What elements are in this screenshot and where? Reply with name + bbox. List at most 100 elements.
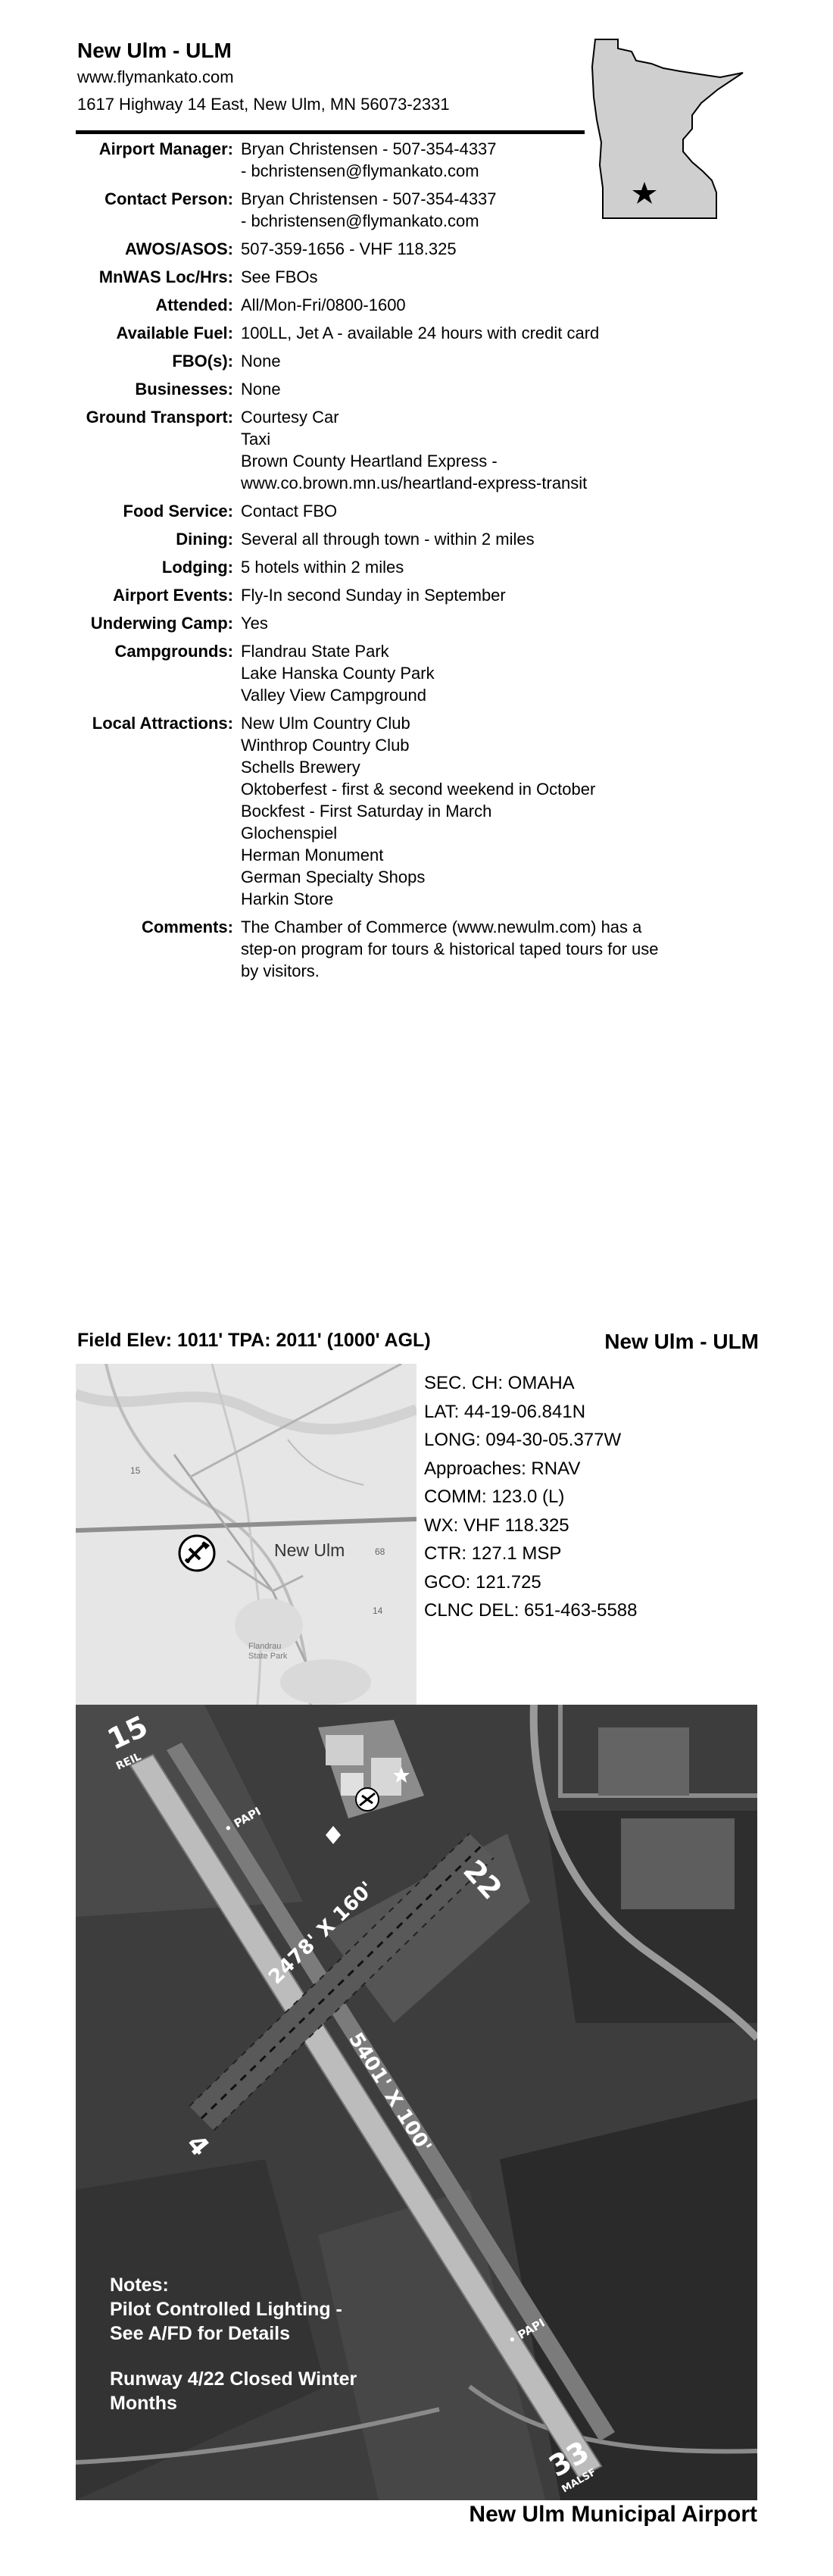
info-label: Airport Events: xyxy=(113,586,233,605)
info-label: MnWAS Loc/Hrs: xyxy=(98,267,233,286)
info-row-lodging: Lodging: 5 hotels within 2 miles xyxy=(70,556,751,578)
attraction-line: Schells Brewery xyxy=(241,758,360,777)
airport-address: 1617 Highway 14 East, New Ulm, MN 56073-… xyxy=(77,95,450,114)
info-label: Businesses: xyxy=(135,380,233,399)
info-label: Available Fuel: xyxy=(116,324,233,342)
info-label: Attended: xyxy=(155,295,233,314)
location-map: New Ulm Flandrau State Park 15 68 14 xyxy=(76,1364,416,1705)
transport-line: Brown County Heartland Express - xyxy=(241,452,498,470)
info-value: 507-359-1656 - VHF 118.325 xyxy=(241,239,457,258)
attraction-line: New Ulm Country Club xyxy=(241,714,410,733)
map-road-label: 14 xyxy=(373,1605,383,1616)
info-value: Courtesy Car Taxi Brown County Heartland… xyxy=(241,406,751,494)
info-label: Ground Transport: xyxy=(86,408,233,427)
notes-spacer xyxy=(110,2346,357,2367)
airport-header: New Ulm - ULM www.flymankato.com 1617 Hi… xyxy=(77,38,585,118)
info-row-events: Airport Events: Fly-In second Sunday in … xyxy=(70,584,751,606)
airport-info-table: Airport Manager: Bryan Christensen - 507… xyxy=(70,138,751,988)
info-value: 5 hotels within 2 miles xyxy=(241,558,404,577)
info-row-attractions: Local Attractions: New Ulm Country Club … xyxy=(70,712,751,910)
attraction-line: Glochenspiel xyxy=(241,824,338,843)
info-value: See FBOs xyxy=(241,267,318,286)
clearance-delivery: CLNC DEL: 651-463-5588 xyxy=(424,1600,638,1621)
approaches: Approaches: RNAV xyxy=(424,1458,581,1479)
attraction-line: Bockfest - First Saturday in March xyxy=(241,802,492,821)
comment-line: The Chamber of Commerce (www.newulm.com)… xyxy=(241,918,642,936)
contact-line: Bryan Christensen - 507-354-4337 xyxy=(241,189,497,208)
gco-frequency: GCO: 121.725 xyxy=(424,1571,541,1593)
attraction-line: Oktoberfest - first & second weekend in … xyxy=(241,780,596,799)
map-city-label: New Ulm xyxy=(274,1540,345,1560)
info-row-awos: AWOS/ASOS: 507-359-1656 - VHF 118.325 xyxy=(70,238,751,260)
airport-full-name: New Ulm Municipal Airport xyxy=(469,2502,757,2527)
info-row-contact-person: Contact Person: Bryan Christensen - 507-… xyxy=(70,188,751,232)
transport-line: Taxi xyxy=(241,430,271,449)
longitude: LONG: 094-30-05.377W xyxy=(424,1430,622,1450)
info-value: Flandrau State Park Lake Hanska County P… xyxy=(241,640,751,706)
info-value: Several all through town - within 2 mile… xyxy=(241,530,535,549)
wx-frequency: WX: VHF 118.325 xyxy=(424,1515,569,1536)
info-label: Local Attractions: xyxy=(92,714,233,733)
info-value: 100LL, Jet A - available 24 hours with c… xyxy=(241,324,600,342)
airport-title: New Ulm - ULM xyxy=(77,39,232,62)
info-label: Campgrounds: xyxy=(114,642,233,661)
manager-email: - bchristensen@flymankato.com xyxy=(241,161,479,180)
info-value: New Ulm Country Club Winthrop Country Cl… xyxy=(241,712,751,910)
info-row-comments: Comments: The Chamber of Commerce (www.n… xyxy=(70,916,751,982)
terminal-airplane-icon xyxy=(355,1787,379,1812)
airport-website: www.flymankato.com xyxy=(77,67,234,86)
info-row-fuel: Available Fuel: 100LL, Jet A - available… xyxy=(70,322,751,344)
frequency-list: SEC. CH: OMAHA LAT: 44-19-06.841N LONG: … xyxy=(424,1369,757,1625)
notes-line: See A/FD for Details xyxy=(110,2323,291,2344)
info-value: Contact FBO xyxy=(241,502,338,521)
header-divider xyxy=(76,130,585,134)
info-value: Bryan Christensen - 507-354-4337 - bchri… xyxy=(241,188,751,232)
info-label: FBO(s): xyxy=(172,352,233,370)
info-row-fbo: FBO(s): None xyxy=(70,350,751,372)
info-label: Food Service: xyxy=(123,502,233,521)
info-value: All/Mon-Fri/0800-1600 xyxy=(241,295,406,314)
notes-line: Months xyxy=(110,2393,177,2414)
location-map-graphic: New Ulm Flandrau State Park 15 68 14 xyxy=(76,1364,416,1705)
chart-section-header: Field Elev: 1011' TPA: 2011' (1000' AGL)… xyxy=(77,1330,759,1355)
info-value: The Chamber of Commerce (www.newulm.com)… xyxy=(241,916,751,982)
info-row-underwing: Underwing Camp: Yes xyxy=(70,612,751,634)
campground-line: Valley View Campground xyxy=(241,686,426,705)
info-label: AWOS/ASOS: xyxy=(124,239,233,258)
info-value: Fly-In second Sunday in September xyxy=(241,586,506,605)
info-value: Yes xyxy=(241,614,268,633)
airport-airplane-icon xyxy=(178,1534,216,1572)
info-row-mnwas: MnWAS Loc/Hrs: See FBOs xyxy=(70,266,751,288)
field-elevation: Field Elev: 1011' TPA: 2011' (1000' AGL) xyxy=(77,1330,431,1351)
map-road-label: 68 xyxy=(375,1546,385,1557)
info-label: Lodging: xyxy=(161,558,233,577)
ctr-frequency: CTR: 127.1 MSP xyxy=(424,1543,562,1564)
comment-line: by visitors. xyxy=(241,961,320,980)
info-label: Airport Manager: xyxy=(98,139,233,158)
latitude: LAT: 44-19-06.841N xyxy=(424,1401,586,1422)
transport-line: Courtesy Car xyxy=(241,408,339,427)
notes-heading: Notes: xyxy=(110,2274,169,2296)
info-value: None xyxy=(241,352,281,370)
sec-chart: SEC. CH: OMAHA xyxy=(424,1373,575,1393)
notes-line: Pilot Controlled Lighting - xyxy=(110,2299,342,2320)
info-label: Comments: xyxy=(141,918,233,936)
info-row-campgrounds: Campgrounds: Flandrau State Park Lake Ha… xyxy=(70,640,751,706)
info-row-attended: Attended: All/Mon-Fri/0800-1600 xyxy=(70,294,751,316)
notes-line: Runway 4/22 Closed Winter xyxy=(110,2368,357,2390)
info-row-food: Food Service: Contact FBO xyxy=(70,500,751,522)
campground-line: Lake Hanska County Park xyxy=(241,664,435,683)
transport-line: www.co.brown.mn.us/heartland-express-tra… xyxy=(241,474,588,492)
info-label: Underwing Camp: xyxy=(90,614,233,633)
map-park-label: State Park xyxy=(248,1652,288,1661)
map-park-label: Flandrau xyxy=(248,1642,281,1651)
map-road-label: 15 xyxy=(130,1465,141,1476)
attraction-line: Winthrop Country Club xyxy=(241,736,410,755)
attraction-line: German Specialty Shops xyxy=(241,868,426,886)
contact-email: - bchristensen@flymankato.com xyxy=(241,211,479,230)
info-label: Dining: xyxy=(176,530,233,549)
info-row-airport-manager: Airport Manager: Bryan Christensen - 507… xyxy=(70,138,751,182)
campground-line: Flandrau State Park xyxy=(241,642,389,661)
airport-diagram: 15 REIL 22 4 33 MALSF • PAPI • PAPI 5401… xyxy=(76,1705,757,2500)
manager-line: Bryan Christensen - 507-354-4337 xyxy=(241,139,497,158)
